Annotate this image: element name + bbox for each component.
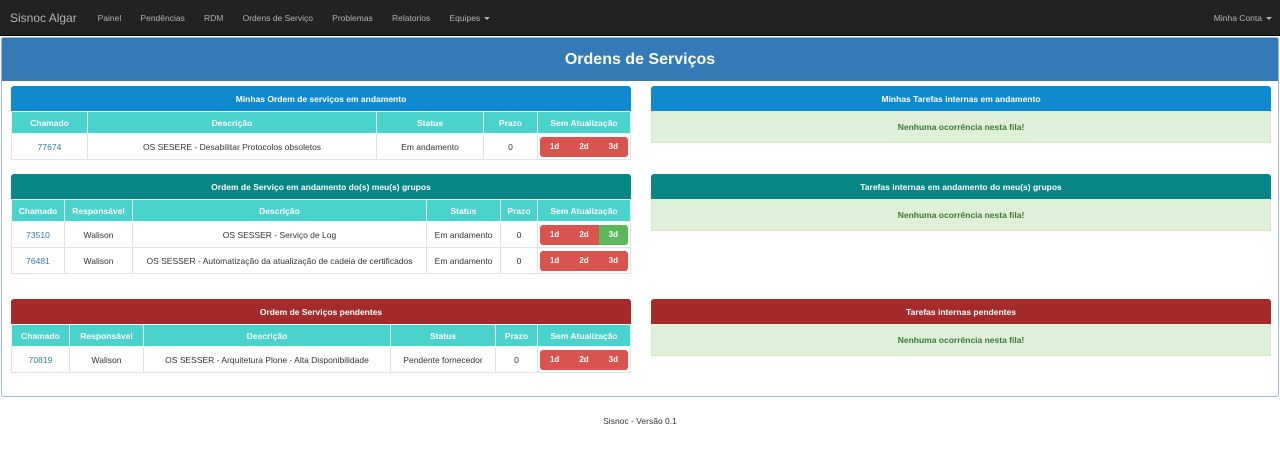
update-badges: 1d 2d 3d <box>540 224 628 245</box>
group-os-panel: Ordem de Serviço em andamento do(s) meu(… <box>11 174 631 274</box>
chamado-link[interactable]: 73510 <box>11 221 65 248</box>
nav-painel[interactable]: Painel <box>88 0 131 36</box>
panel-title: Ordem de Serviço em andamento do(s) meu(… <box>11 174 631 199</box>
badge-1d: 1d <box>540 349 570 370</box>
nav-pendencias[interactable]: Pendências <box>131 0 195 36</box>
prazo-cell: 0 <box>495 346 538 373</box>
empty-queue-message: Nenhuma ocorrência nesta fila! <box>651 324 1271 356</box>
table-row: 77674 OS SESERE - Desabilitar Protocolos… <box>11 133 631 160</box>
panel-title: Tarefas internas em andamento do meu(s) … <box>651 174 1271 199</box>
update-badges: 1d 2d 3d <box>540 349 628 370</box>
top-navbar: Sisnoc Algar Painel Pendências RDM Orden… <box>0 0 1280 36</box>
pending-os-table: Chamado Responsável Descrição Status Pra… <box>11 324 631 373</box>
table-row: 76481 Walison OS SESSER - Automatização … <box>11 247 631 274</box>
col-descricao: Descrição <box>87 111 377 134</box>
pending-os-panel: Ordem de Serviços pendentes Chamado Resp… <box>11 299 631 373</box>
col-descricao: Descrição <box>132 199 427 222</box>
badge-1d: 1d <box>540 136 570 157</box>
chamado-link[interactable]: 76481 <box>11 247 65 274</box>
update-badges: 1d 2d 3d <box>540 136 628 157</box>
badge-3d: 3d <box>598 224 628 245</box>
col-status: Status <box>426 199 501 222</box>
nav-rdm[interactable]: RDM <box>194 0 233 36</box>
update-badges: 1d 2d 3d <box>540 250 628 271</box>
panel-title: Minhas Ordem de serviços em andamento <box>11 86 631 111</box>
table-row: 70819 Walison OS SESSER - Arquitetura Pl… <box>11 346 631 373</box>
col-descricao: Descrição <box>143 324 391 347</box>
footer-version: Sisnoc - Versão 0.1 <box>603 416 677 426</box>
account-dropdown[interactable]: Minha Conta <box>1214 0 1272 36</box>
col-sem-atualizacao: Sem Atualização <box>537 199 631 222</box>
nav-problemas[interactable]: Problemas <box>323 0 383 36</box>
col-chamado: Chamado <box>11 324 70 347</box>
empty-queue-message: Nenhuma ocorrência nesta fila! <box>651 199 1271 231</box>
panel-title: Ordem de Serviços pendentes <box>11 299 631 324</box>
col-status: Status <box>376 111 484 134</box>
my-os-table: Chamado Descrição Status Prazo Sem Atual… <box>11 111 631 160</box>
main-nav: Painel Pendências RDM Ordens de Serviço … <box>88 0 500 36</box>
col-chamado: Chamado <box>11 199 65 222</box>
responsavel-cell: Walison <box>64 247 133 274</box>
status-cell: Em andamento <box>376 133 484 160</box>
nav-equipes-dropdown[interactable]: Equipes <box>440 0 500 36</box>
badge-2d: 2d <box>569 349 599 370</box>
col-chamado: Chamado <box>11 111 88 134</box>
panel-title: Minhas Tarefas internas em andamento <box>651 86 1271 111</box>
caret-down-icon <box>484 16 491 20</box>
badge-3d: 3d <box>598 349 628 370</box>
col-status: Status <box>390 324 496 347</box>
prazo-cell: 0 <box>500 247 538 274</box>
descricao-cell: OS SESERE - Desabilitar Protocolos obsol… <box>87 133 377 160</box>
group-tasks-panel: Tarefas internas em andamento do meu(s) … <box>651 174 1271 231</box>
badge-1d: 1d <box>540 250 570 271</box>
page-title: Ordens de Serviços <box>2 38 1278 81</box>
descricao-cell: OS SESSER - Arquitetura Plone - Alta Dis… <box>143 346 391 373</box>
col-sem-atualizacao: Sem Atualização <box>537 324 631 347</box>
badge-2d: 2d <box>569 136 599 157</box>
my-tasks-panel: Minhas Tarefas internas em andamento Nen… <box>651 86 1271 143</box>
sem-atualizacao-cell: 1d 2d 3d <box>537 133 631 160</box>
sem-atualizacao-cell: 1d 2d 3d <box>537 346 631 373</box>
col-responsavel: Responsável <box>64 199 133 222</box>
my-os-panel: Minhas Ordem de serviços em andamento Ch… <box>11 86 631 160</box>
descricao-cell: OS SESSER - Automatização da atualização… <box>132 247 427 274</box>
prazo-cell: 0 <box>483 133 538 160</box>
sem-atualizacao-cell: 1d 2d 3d <box>537 221 631 248</box>
status-cell: Pendente fornecedor <box>390 346 496 373</box>
status-cell: Em andamento <box>426 247 501 274</box>
account-label: Minha Conta <box>1213 13 1262 23</box>
empty-queue-message: Nenhuma ocorrência nesta fila! <box>651 111 1271 143</box>
col-prazo: Prazo <box>483 111 538 134</box>
responsavel-cell: Walison <box>69 346 144 373</box>
nav-ordens-de-servico[interactable]: Ordens de Serviço <box>233 0 323 36</box>
col-prazo: Prazo <box>500 199 538 222</box>
chamado-link[interactable]: 77674 <box>11 133 88 160</box>
col-prazo: Prazo <box>495 324 538 347</box>
nav-equipes-label: Equipes <box>449 13 481 23</box>
caret-down-icon <box>1266 16 1272 20</box>
status-cell: Em andamento <box>426 221 501 248</box>
badge-2d: 2d <box>569 224 599 245</box>
prazo-cell: 0 <box>500 221 538 248</box>
pending-tasks-panel: Tarefas internas pendentes Nenhuma ocorr… <box>651 299 1271 356</box>
chamado-link[interactable]: 70819 <box>11 346 70 373</box>
brand-link[interactable]: Sisnoc Algar <box>10 11 77 25</box>
nav-relatorios[interactable]: Relatorios <box>382 0 439 36</box>
panel-title: Tarefas internas pendentes <box>651 299 1271 324</box>
col-sem-atualizacao: Sem Atualização <box>537 111 631 134</box>
col-responsavel: Responsável <box>69 324 144 347</box>
sem-atualizacao-cell: 1d 2d 3d <box>537 247 631 274</box>
badge-2d: 2d <box>569 250 599 271</box>
group-os-table: Chamado Responsável Descrição Status Pra… <box>11 199 631 274</box>
badge-3d: 3d <box>598 250 628 271</box>
table-row: 73510 Walison OS SESSER - Serviço de Log… <box>11 221 631 248</box>
descricao-cell: OS SESSER - Serviço de Log <box>132 221 427 248</box>
responsavel-cell: Walison <box>64 221 133 248</box>
badge-1d: 1d <box>540 224 570 245</box>
badge-3d: 3d <box>598 136 628 157</box>
